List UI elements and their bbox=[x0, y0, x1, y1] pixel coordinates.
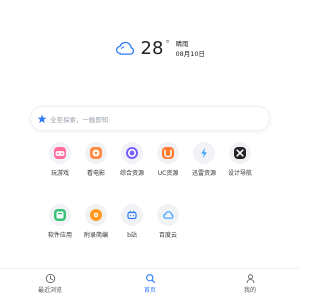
app-bubble bbox=[193, 142, 215, 164]
nav-label-history: 最近浏览 bbox=[37, 287, 62, 294]
app-bubble bbox=[49, 204, 71, 226]
cloud-drive-icon bbox=[162, 209, 174, 221]
search-bar[interactable]: 全至探索，一触即知 bbox=[30, 106, 270, 131]
weather-meta: 晴雨 08月10日 bbox=[175, 41, 205, 58]
app-bubble bbox=[85, 204, 107, 226]
nav-profile[interactable]: 我的 bbox=[220, 273, 280, 299]
search-icon bbox=[145, 274, 155, 283]
app-bubble bbox=[49, 142, 71, 164]
app-label: 综合资源 bbox=[119, 170, 144, 177]
history-icon bbox=[45, 273, 55, 284]
game-icon bbox=[54, 147, 66, 159]
software-icon bbox=[54, 209, 66, 221]
app-label: UC资源 bbox=[157, 170, 179, 177]
app-bubble bbox=[121, 142, 143, 164]
design-icon bbox=[234, 147, 246, 159]
nav-home[interactable]: 首页 bbox=[120, 273, 180, 299]
app-label: 附录简编 bbox=[83, 232, 108, 239]
degree-symbol: ° bbox=[165, 39, 170, 48]
app-label: b站 bbox=[127, 232, 137, 239]
bilibili-icon bbox=[126, 209, 138, 221]
bottom-navigation: 最近浏览 首页 我的 bbox=[0, 268, 300, 300]
app-design[interactable]: 设计导航 bbox=[218, 142, 262, 188]
uc-icon bbox=[162, 147, 174, 159]
app-label: 设计导航 bbox=[227, 170, 252, 177]
search-placeholder: 全至探索，一触即知 bbox=[50, 115, 109, 124]
nav-history[interactable]: 最近浏览 bbox=[20, 273, 80, 299]
app-row-2: 软件应用 附录简编 b站 百度云 bbox=[0, 204, 300, 252]
resource-icon bbox=[126, 147, 138, 159]
app-bubble bbox=[229, 142, 251, 164]
app-bubble bbox=[85, 142, 107, 164]
app-label: 看电影 bbox=[86, 170, 105, 177]
app-row-1: 玩游戏 看电影 综合资源 UC资源 迅雷资源 设计导航 bbox=[0, 142, 300, 190]
app-label: 迅雷资源 bbox=[191, 170, 216, 177]
weather-widget: 28 ° 晴雨 08月10日 bbox=[115, 34, 205, 64]
temperature-value: 28 bbox=[140, 38, 164, 59]
star-icon bbox=[37, 114, 47, 123]
app-label: 百度云 bbox=[158, 232, 177, 239]
app-cloud-drive[interactable]: 百度云 bbox=[146, 204, 190, 250]
appendix-icon bbox=[90, 209, 102, 221]
cloud-icon bbox=[115, 41, 135, 55]
movie-icon bbox=[90, 147, 102, 159]
temperature: 28 ° bbox=[141, 40, 170, 58]
app-bubble bbox=[157, 204, 179, 226]
app-label: 玩游戏 bbox=[50, 170, 69, 177]
weather-date: 08月10日 bbox=[175, 50, 205, 58]
nav-label-profile: 我的 bbox=[243, 287, 256, 294]
weather-condition: 晴雨 bbox=[175, 40, 189, 48]
app-bubble bbox=[157, 142, 179, 164]
app-bubble bbox=[121, 204, 143, 226]
page: 28 ° 晴雨 08月10日 全至探索，一触即知 玩游戏 看电影 综合资源 UC… bbox=[0, 0, 300, 300]
app-label: 软件应用 bbox=[47, 232, 72, 239]
thunder-icon bbox=[198, 147, 210, 159]
user-icon bbox=[246, 274, 254, 284]
nav-label-home: 首页 bbox=[143, 287, 156, 294]
